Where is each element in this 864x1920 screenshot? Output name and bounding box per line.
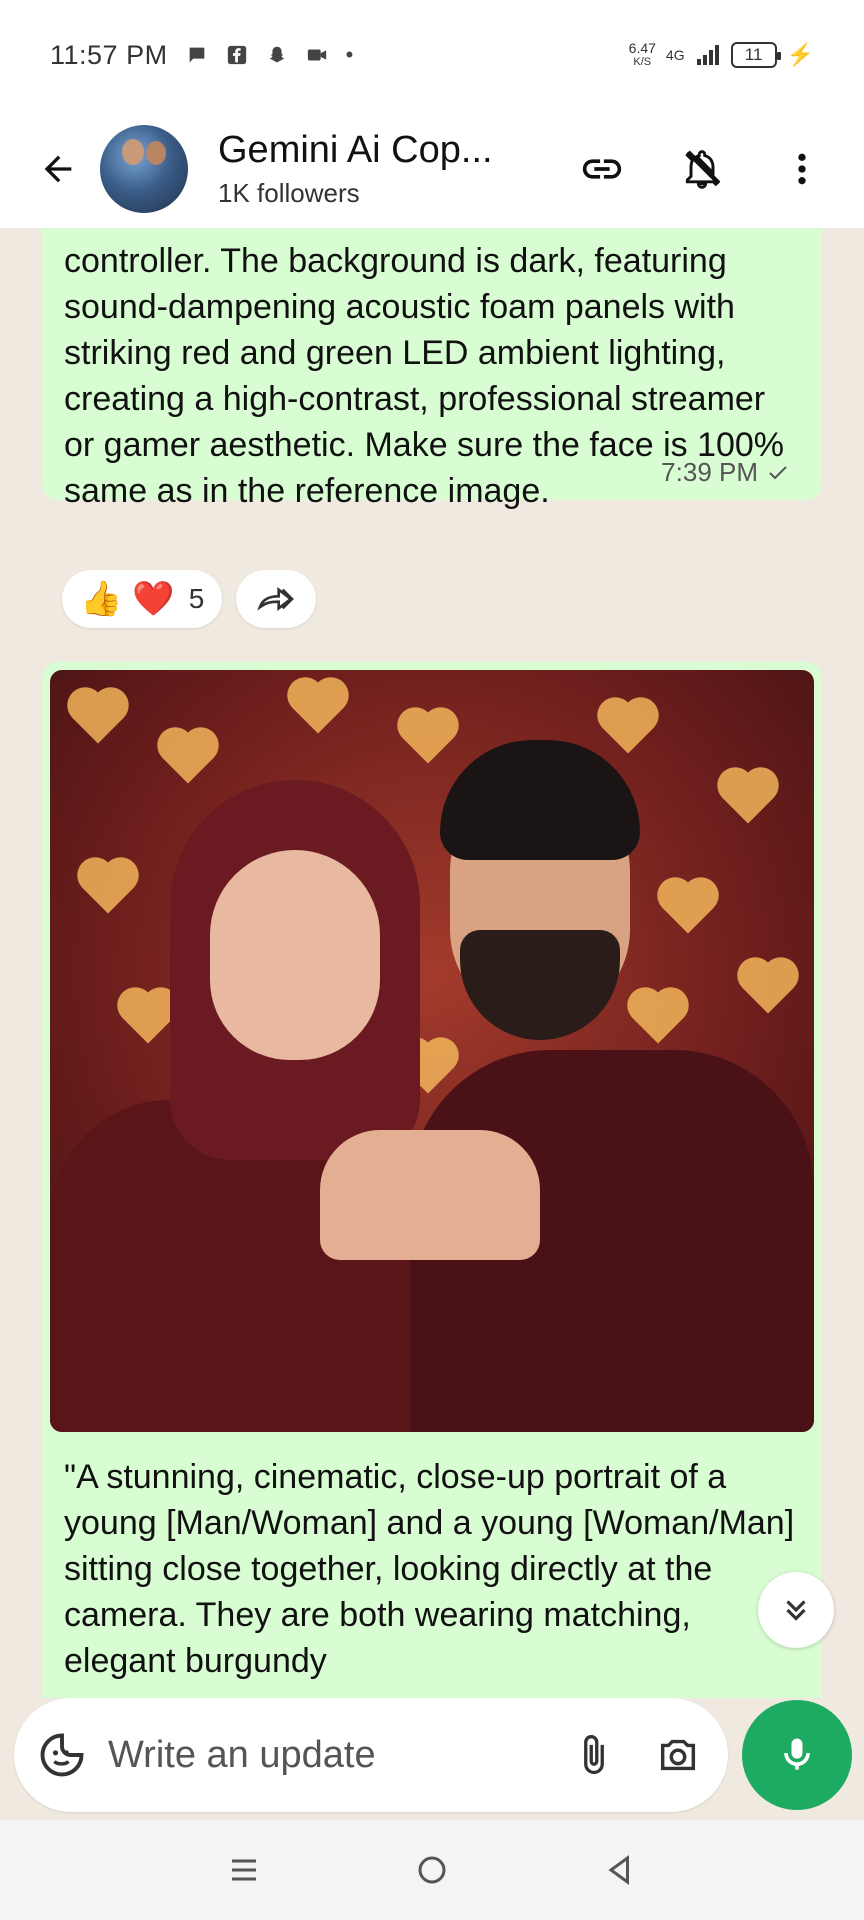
bokeh-heart bbox=[72, 692, 124, 744]
bokeh-heart bbox=[162, 732, 214, 784]
thumbs-up-icon: 👍 bbox=[80, 580, 123, 618]
network-speed: 6.47 K/S bbox=[629, 41, 656, 69]
bokeh-heart bbox=[632, 992, 684, 1044]
bokeh-heart bbox=[402, 712, 454, 764]
bokeh-heart bbox=[122, 992, 174, 1044]
notification-icons: • bbox=[186, 42, 354, 68]
video-icon bbox=[307, 49, 326, 61]
bokeh-heart bbox=[742, 962, 794, 1014]
microphone-icon bbox=[784, 1738, 810, 1770]
channel-header: Gemini Ai Cop... 1K followers bbox=[0, 110, 864, 228]
followers-count: 1K followers bbox=[218, 178, 360, 208]
channel-name: Gemini Ai Cop... bbox=[218, 129, 493, 171]
sticker-icon[interactable] bbox=[36, 1729, 88, 1781]
network-speed-value: 6.47 bbox=[628, 40, 656, 56]
man-hair bbox=[440, 740, 640, 860]
double-chevron-down-icon bbox=[786, 1600, 806, 1621]
home-circle-icon bbox=[418, 1856, 446, 1884]
network-speed-unit: K/S bbox=[633, 56, 652, 68]
menu-icon bbox=[232, 1859, 256, 1881]
heart-hands bbox=[320, 1130, 540, 1260]
man-beard bbox=[460, 930, 620, 1040]
chat-area[interactable]: controller. The background is dark, feat… bbox=[0, 228, 864, 1698]
status-time: 11:57 PM bbox=[50, 39, 168, 70]
bell-off-icon bbox=[685, 150, 721, 189]
signal-icon bbox=[696, 45, 719, 65]
message-bubble[interactable]: controller. The background is dark, feat… bbox=[42, 228, 822, 510]
header-actions bbox=[576, 143, 828, 195]
forward-icon bbox=[257, 586, 294, 612]
more-options-button[interactable] bbox=[776, 143, 828, 195]
channel-avatar[interactable] bbox=[100, 125, 188, 213]
paperclip-icon bbox=[584, 1735, 604, 1774]
camera-button[interactable] bbox=[650, 1727, 706, 1783]
channel-info[interactable]: Gemini Ai Cop... 1K followers bbox=[218, 129, 493, 209]
status-right: 6.47 K/S 4G 11 ⚡ bbox=[629, 41, 814, 69]
message-time: 7:39 PM bbox=[661, 457, 758, 487]
arrow-left-icon bbox=[44, 155, 72, 183]
snapchat-icon bbox=[269, 46, 284, 63]
attach-button[interactable] bbox=[566, 1727, 622, 1783]
link-button[interactable] bbox=[576, 143, 628, 195]
battery-level: 11 bbox=[744, 45, 763, 64]
back-button[interactable] bbox=[30, 141, 86, 197]
microphone-button[interactable] bbox=[742, 1700, 852, 1810]
composer: Write an update bbox=[14, 1698, 728, 1812]
status-bar: 11:57 PM • 6.47 K/S 4G 11 ⚡ bbox=[0, 0, 864, 110]
camera-icon bbox=[660, 1739, 696, 1771]
mute-button[interactable] bbox=[676, 143, 728, 195]
bokeh-heart bbox=[662, 882, 714, 934]
woman-face bbox=[210, 850, 380, 1060]
forward-button[interactable] bbox=[236, 570, 316, 628]
message-meta: 7:39 PM bbox=[661, 457, 792, 488]
reaction-count: 5 bbox=[188, 583, 205, 614]
network-type-label: 4G bbox=[665, 47, 685, 63]
charging-icon: ⚡ bbox=[786, 42, 814, 67]
home-button[interactable] bbox=[402, 1840, 462, 1900]
update-input[interactable]: Write an update bbox=[108, 1734, 538, 1777]
facebook-icon bbox=[227, 45, 246, 65]
image-message-bubble[interactable]: "A stunning, cinematic, close-up portrai… bbox=[42, 662, 822, 1698]
message-text: "A stunning, cinematic, close-up portrai… bbox=[64, 1458, 795, 1680]
back-nav-button[interactable] bbox=[590, 1840, 650, 1900]
bokeh-heart bbox=[82, 862, 134, 914]
more-notifications-dot: • bbox=[345, 42, 354, 67]
bokeh-heart bbox=[722, 772, 774, 824]
recent-apps-button[interactable] bbox=[214, 1840, 274, 1900]
scroll-to-bottom-button[interactable] bbox=[758, 1572, 834, 1648]
chat-notification-icon bbox=[189, 47, 204, 63]
system-nav-bar bbox=[0, 1820, 864, 1920]
message-image[interactable] bbox=[50, 670, 814, 1432]
bokeh-heart bbox=[602, 702, 654, 754]
bokeh-heart bbox=[292, 682, 344, 734]
checkmark-icon bbox=[769, 465, 787, 479]
link-icon bbox=[582, 159, 622, 179]
battery-icon: 11 bbox=[730, 42, 781, 68]
network-type: 4G bbox=[666, 48, 685, 62]
triangle-back-icon bbox=[608, 1855, 629, 1885]
reactions-bar[interactable]: 👍 ❤️ 5 bbox=[62, 570, 223, 628]
heart-icon: ❤️ bbox=[132, 580, 175, 618]
more-vert-icon bbox=[798, 153, 806, 185]
